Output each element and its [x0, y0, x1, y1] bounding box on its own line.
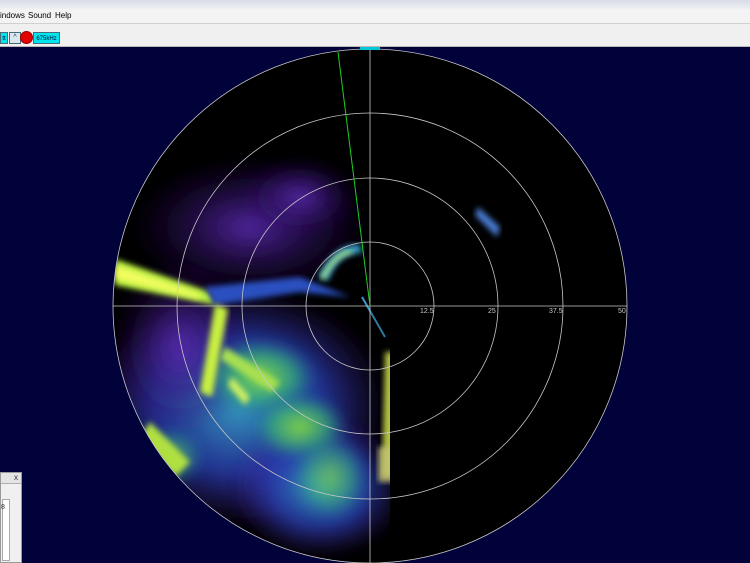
frequency-button[interactable]: 675kHz	[33, 32, 60, 44]
menu-help[interactable]: Help	[55, 11, 71, 20]
menu-sound[interactable]: Sound	[28, 11, 51, 20]
range-label-50: 50	[618, 308, 626, 315]
menu-windows[interactable]: indows	[0, 11, 25, 20]
mini-panel-titlebar: x	[1, 473, 21, 484]
window-title-strip	[0, 0, 750, 9]
menu-bar: indows Sound Help	[0, 9, 750, 24]
toolbar: tt ^ 675kHz	[0, 24, 750, 47]
mini-control-panel: x 8	[0, 472, 22, 563]
record-icon[interactable]	[20, 31, 33, 44]
heading-marker	[360, 47, 380, 50]
sonar-display[interactable]: 12.5 25 37.5 50	[0, 47, 750, 563]
close-icon[interactable]: x	[14, 473, 18, 483]
mini-panel-value: 8	[1, 504, 5, 511]
range-label-25: 25	[488, 308, 496, 315]
range-label-12-5: 12.5	[420, 308, 434, 315]
range-label-37-5: 37.5	[549, 308, 563, 315]
toolbar-left-button[interactable]: tt	[0, 32, 8, 44]
